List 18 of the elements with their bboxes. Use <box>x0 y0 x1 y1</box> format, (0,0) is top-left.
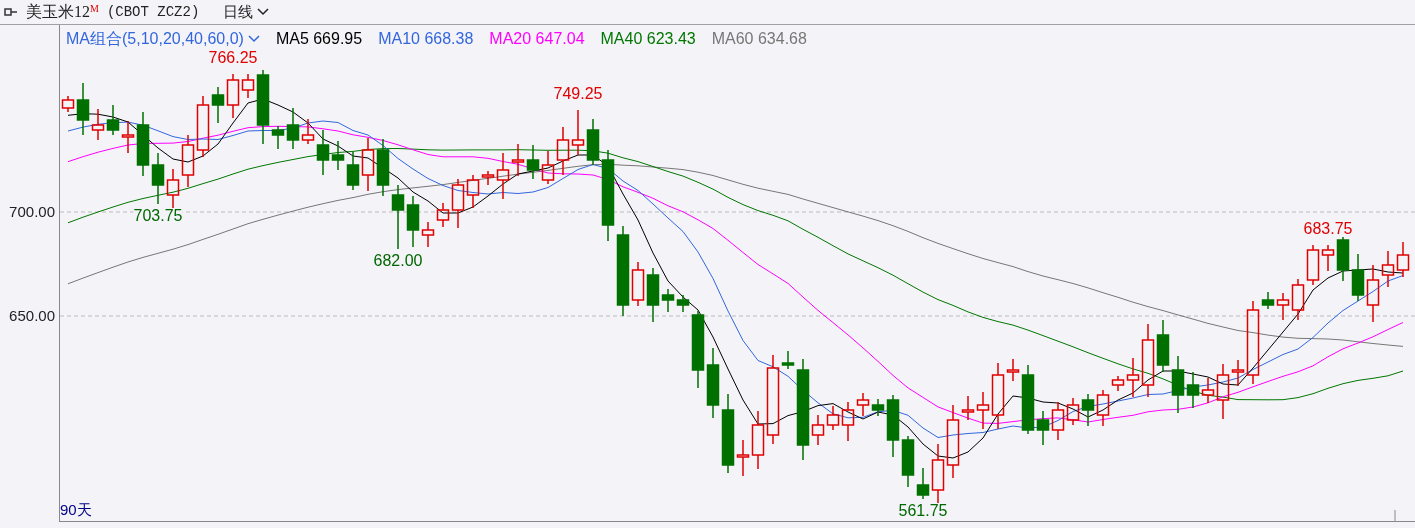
instrument-code: (CBOT ZCZ2) <box>106 2 200 22</box>
price-label: 682.00 <box>373 253 423 269</box>
ma-value: MA20 647.04 <box>489 29 585 49</box>
range-label: 90天 <box>60 500 92 520</box>
ma-value: MA10 668.38 <box>378 29 474 49</box>
axis-label: 650.00 <box>9 308 55 323</box>
price-label: 749.25 <box>553 86 603 102</box>
ma-value: MA60 634.68 <box>711 29 807 49</box>
ma-value: MA40 623.43 <box>600 29 696 49</box>
instrument-title: 美玉米12$^{M}$ <box>26 2 99 22</box>
price-label: 683.75 <box>1303 221 1353 237</box>
axis-label: 700.00 <box>9 204 55 219</box>
ma-group-dropdown[interactable]: MA组合(5,10,20,40,60,0) <box>66 27 260 51</box>
price-label: 766.25 <box>208 50 258 66</box>
ma-value: MA5 669.95 <box>275 29 363 49</box>
price-label: 703.75 <box>133 208 183 224</box>
period-dropdown[interactable]: 日线 <box>223 0 270 24</box>
price-label: 561.75 <box>898 503 948 519</box>
